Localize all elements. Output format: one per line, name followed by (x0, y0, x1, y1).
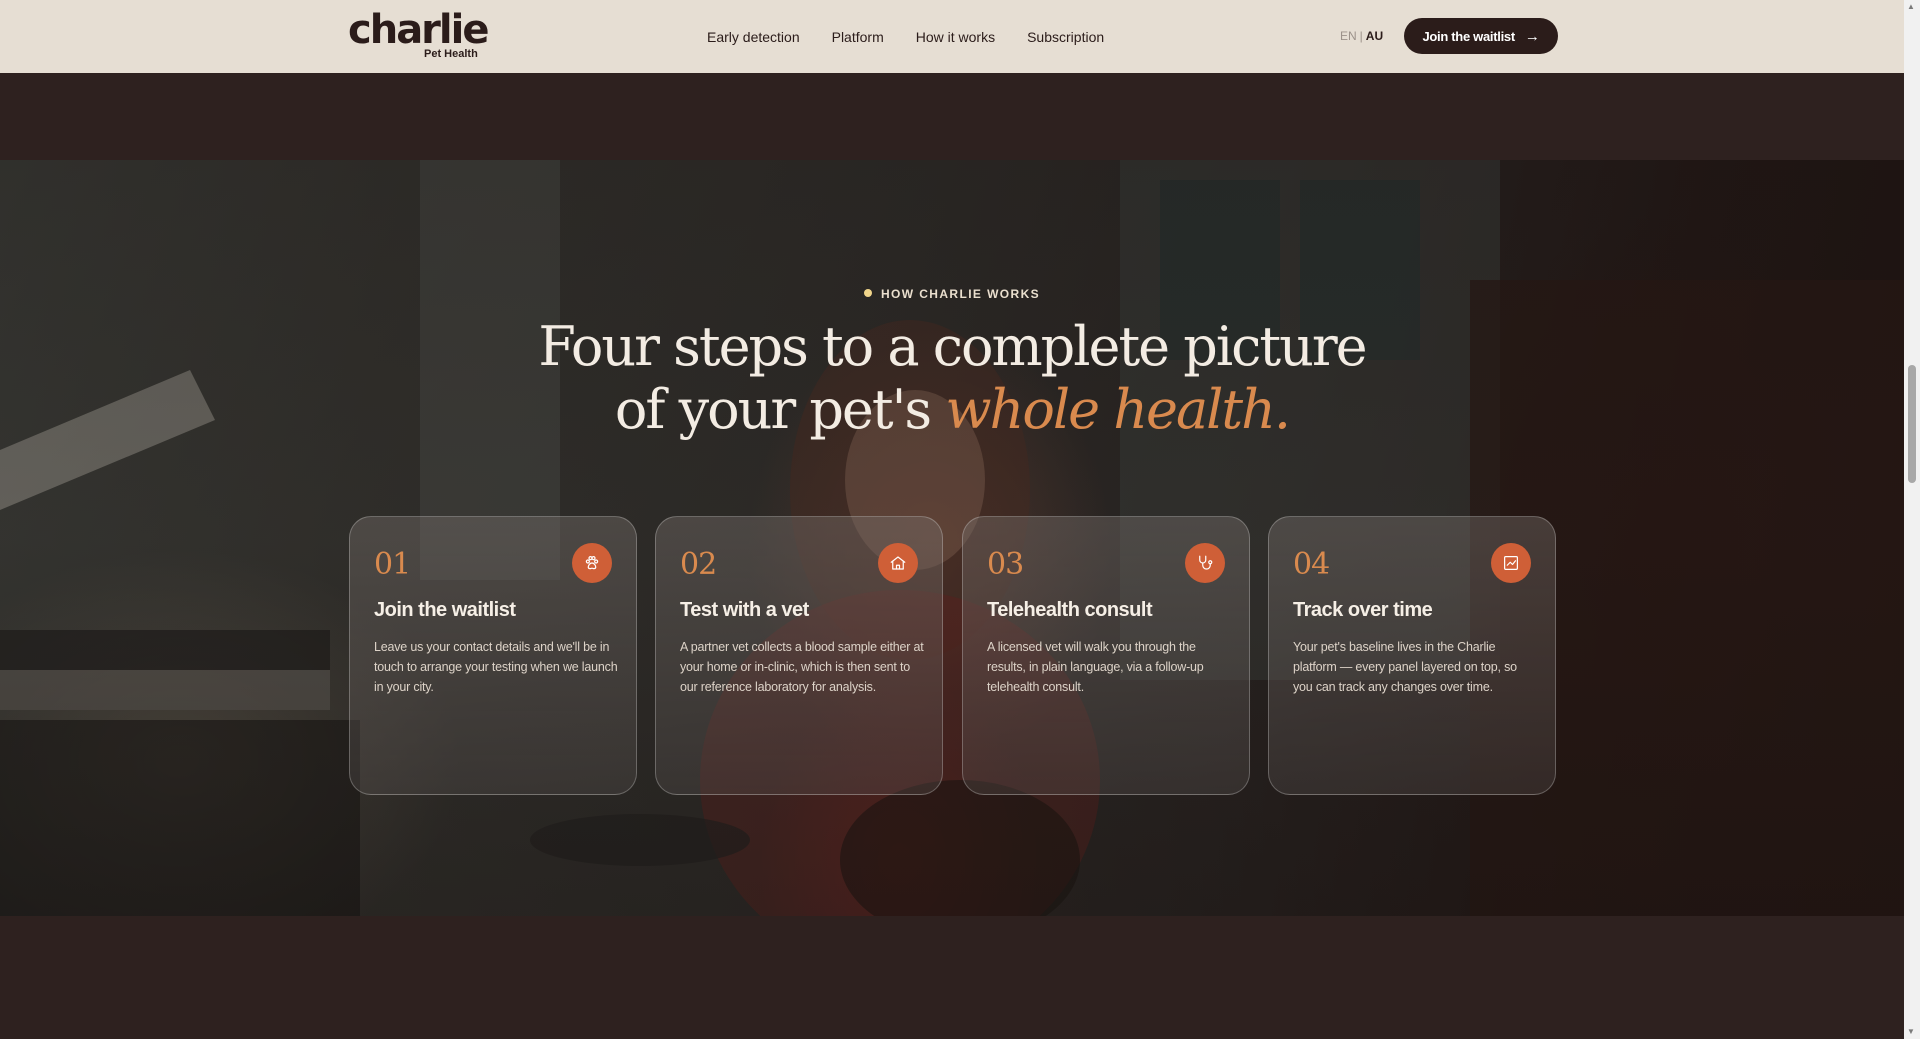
step-title: Telehealth consult (987, 599, 1153, 621)
step-card-2: 02 Test with a vet A partner vet collect… (655, 516, 943, 795)
step-number: 03 (987, 547, 1024, 582)
logo-subtitle: Pet Health (424, 48, 478, 60)
join-waitlist-button[interactable]: Join the waitlist → (1404, 18, 1558, 54)
step-card-3: 03 Telehealth consult A licensed vet wil… (962, 516, 1250, 795)
lang-en[interactable]: EN (1340, 29, 1357, 43)
nav-platform[interactable]: Platform (832, 29, 884, 45)
arrow-right-icon: → (1524, 27, 1540, 45)
step-card-4: 04 Track over time Your pet's baseline l… (1268, 516, 1556, 795)
paw-icon (572, 543, 612, 583)
step-number: 01 (374, 547, 411, 582)
step-title: Test with a vet (680, 599, 809, 621)
headline-line-2: of your pet's (614, 378, 946, 441)
eyebrow-text: HOW CHARLIE WORKS (880, 287, 1041, 301)
scroll-down-arrow-icon[interactable]: ▼ (1907, 1027, 1915, 1037)
step-number: 02 (680, 547, 717, 582)
home-icon (878, 543, 918, 583)
eyebrow-dot-icon (863, 289, 872, 297)
language-switcher: EN | AU (1340, 29, 1383, 43)
headline-line-1: Four steps to a complete picture (538, 315, 1367, 378)
lang-separator: | (1359, 29, 1363, 43)
step-description: A licensed vet will walk you through the… (987, 640, 1204, 694)
section-eyebrow: HOW CHARLIE WORKS (0, 287, 1904, 301)
step-card-1: 01 Join the waitlist Leave us your conta… (349, 516, 637, 795)
logo-wordmark: charlie (348, 7, 489, 53)
step-title: Track over time (1293, 599, 1433, 621)
nav-subscription[interactable]: Subscription (1027, 29, 1104, 45)
headline-accent: whole health. (945, 378, 1291, 441)
step-number: 04 (1293, 547, 1330, 582)
site-header: charlie Pet Health Early detection Platf… (0, 0, 1904, 73)
nav-early-detection[interactable]: Early detection (707, 29, 800, 45)
charlie-logo[interactable]: charlie Pet Health (348, 7, 489, 62)
lang-au[interactable]: AU (1366, 29, 1383, 43)
chart-icon (1491, 543, 1531, 583)
step-description: Leave us your contact details and we'll … (374, 640, 618, 694)
section-headline: Four steps to a complete picture of your… (0, 315, 1904, 441)
step-title: Join the waitlist (374, 599, 516, 621)
scrollbar-thumb[interactable] (1908, 365, 1916, 483)
join-waitlist-label: Join the waitlist (1422, 28, 1515, 44)
photo-overlay (0, 160, 1904, 916)
step-description: Your pet's baseline lives in the Charlie… (1293, 640, 1517, 694)
scroll-up-arrow-icon[interactable]: ▲ (1907, 2, 1915, 12)
step-description: A partner vet collects a blood sample ei… (680, 640, 924, 694)
main-nav: Early detection Platform How it works Su… (707, 0, 1104, 73)
nav-how-it-works[interactable]: How it works (916, 29, 995, 45)
stethoscope-icon (1185, 543, 1225, 583)
page-scrollbar[interactable]: ▲ ▼ (1904, 0, 1920, 1039)
how-it-works-section: HOW CHARLIE WORKS Four steps to a comple… (0, 160, 1904, 916)
